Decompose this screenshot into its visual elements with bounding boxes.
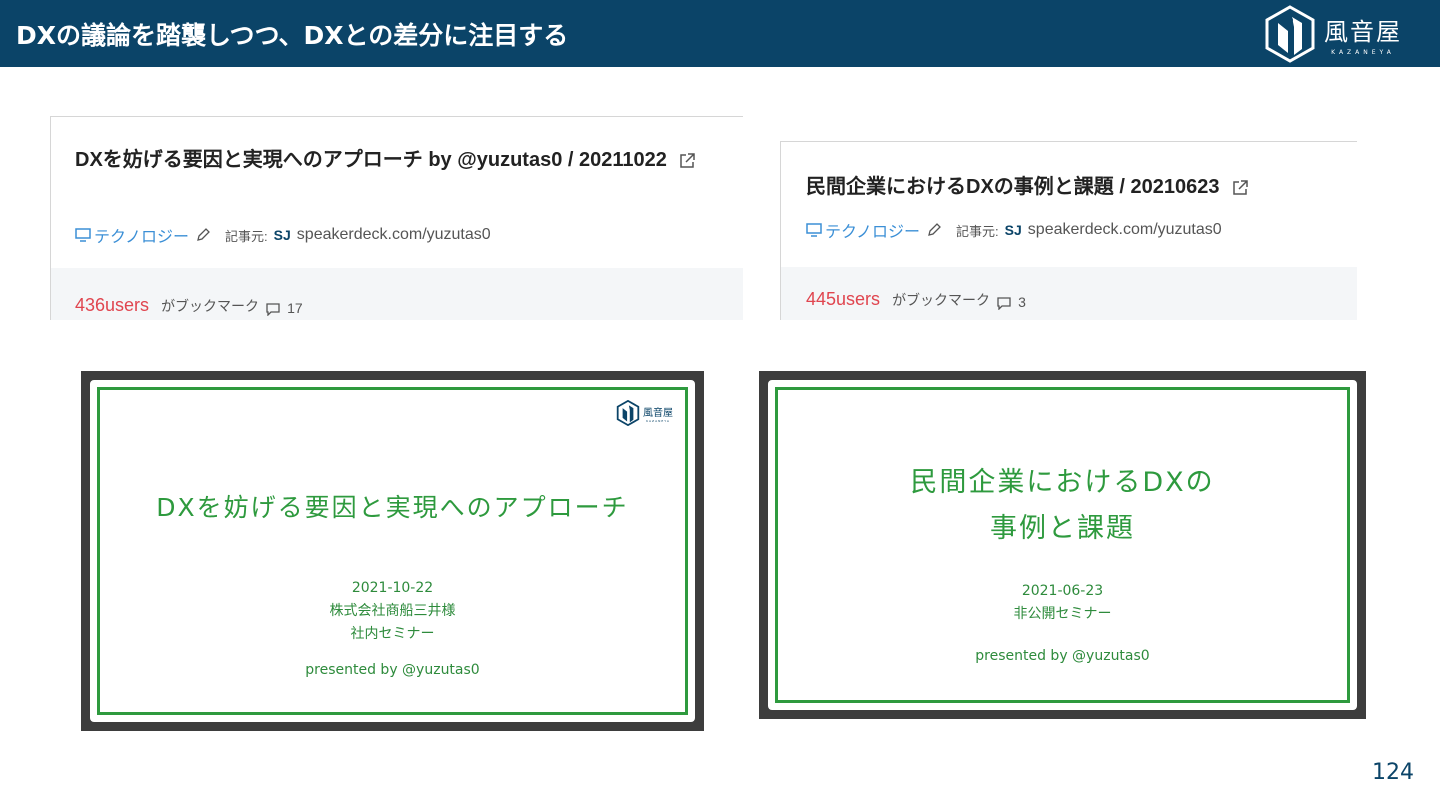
card-meta: テクノロジー 記事元: SJ speakerdeck.com/yuzutas0	[806, 218, 1222, 242]
slide-presenter: presented by @yuzutas0	[305, 662, 480, 678]
card-footer: 445users がブックマーク 3	[781, 267, 1357, 320]
slide-date: 2021-06-23	[1021, 583, 1104, 599]
slide-event: 非公開セミナー	[1013, 606, 1112, 622]
slide-logo: 風音屋 KAZANEYA	[616, 400, 673, 426]
slide-info: 2021-10-22 株式会社商船三井様 社内セミナー	[90, 577, 695, 646]
slide-info: 2021-06-23 非公開セミナー	[768, 580, 1357, 626]
slide-header: DXの議論を踏襲しつつ、DXとの差分に注目する 風音屋 KAZANEYA	[0, 0, 1440, 67]
external-link-icon[interactable]	[678, 152, 696, 170]
comment-icon	[266, 303, 280, 316]
users-count[interactable]: 445users	[806, 289, 880, 310]
category-link[interactable]: テクノロジー	[806, 218, 920, 242]
card-title-text[interactable]: 民間企業におけるDXの事例と課題 / 20210623	[806, 176, 1219, 198]
pencil-icon[interactable]	[926, 222, 942, 238]
source-label: 記事元:	[956, 223, 999, 239]
category-label[interactable]: テクノロジー	[825, 218, 920, 242]
users-count[interactable]: 436users	[75, 295, 149, 316]
comment-count: 3	[1018, 294, 1026, 310]
slide-title-line: 民間企業におけるDXの	[910, 467, 1215, 498]
kazaneya-logo-icon	[616, 400, 640, 426]
bookmark-label: がブックマーク	[161, 298, 260, 314]
monitor-icon	[806, 223, 822, 237]
comment-count: 17	[287, 300, 303, 316]
comment-icon	[997, 297, 1011, 310]
slide-thumbnail: 風音屋 KAZANEYA DXを妨げる要因と実現へのアプローチ 2021-10-…	[81, 371, 704, 731]
bookmark-card: 民間企業におけるDXの事例と課題 / 20210623 テクノロジー 記事元: …	[780, 141, 1357, 320]
slide-title-line: 事例と課題	[990, 513, 1135, 544]
external-link-icon[interactable]	[1231, 179, 1249, 197]
source-label: 記事元:	[225, 228, 268, 244]
speakerdeck-logo: SJ	[1004, 222, 1022, 238]
slide-title: DXを妨げる要因と実現へのアプローチ	[156, 493, 629, 522]
card-meta: テクノロジー 記事元: SJ speakerdeck.com/yuzutas0	[75, 223, 491, 247]
source-link[interactable]: speakerdeck.com/yuzutas0	[1028, 221, 1222, 239]
category-label[interactable]: テクノロジー	[94, 223, 189, 247]
slide-canvas: 民間企業におけるDXの 事例と課題 2021-06-23 非公開セミナー pre…	[768, 380, 1357, 710]
bookmark-label: がブックマーク	[892, 292, 991, 308]
slide-date: 2021-10-22	[351, 580, 434, 596]
category-link[interactable]: テクノロジー	[75, 223, 189, 247]
logo-name: 風音屋	[1324, 18, 1402, 46]
speakerdeck-logo: SJ	[273, 227, 291, 243]
slide-logo-subtitle: KAZANEYA	[646, 418, 670, 423]
bookmark-card: DXを妨げる要因と実現へのアプローチ by @yuzutas0 / 202110…	[50, 116, 743, 320]
slide-event: 社内セミナー	[350, 626, 435, 642]
pencil-icon[interactable]	[195, 227, 211, 243]
kazaneya-logo-icon	[1265, 5, 1315, 63]
card-title[interactable]: DXを妨げる要因と実現へのアプローチ by @yuzutas0 / 202110…	[75, 143, 739, 177]
slide-presenter: presented by @yuzutas0	[975, 648, 1150, 664]
logo-subtitle: KAZANEYA	[1331, 49, 1395, 56]
kazaneya-logo: 風音屋 KAZANEYA	[1264, 4, 1402, 64]
slide-logo-name: 風音屋	[643, 407, 673, 419]
page-title: DXの議論を踏襲しつつ、DXとの差分に注目する	[16, 21, 569, 50]
slide-thumbnail: 民間企業におけるDXの 事例と課題 2021-06-23 非公開セミナー pre…	[759, 371, 1366, 719]
card-footer: 436users がブックマーク 17	[51, 268, 743, 320]
slide-client: 株式会社商船三井様	[329, 603, 456, 619]
monitor-icon	[75, 228, 91, 242]
slide-title: 民間企業におけるDXの 事例と課題	[768, 460, 1357, 552]
card-title[interactable]: 民間企業におけるDXの事例と課題 / 20210623	[806, 170, 1354, 204]
source-link[interactable]: speakerdeck.com/yuzutas0	[297, 226, 491, 244]
slide-canvas: 風音屋 KAZANEYA DXを妨げる要因と実現へのアプローチ 2021-10-…	[90, 380, 695, 722]
card-title-text[interactable]: DXを妨げる要因と実現へのアプローチ by @yuzutas0 / 202110…	[75, 149, 667, 171]
page-number: 124	[1372, 760, 1414, 785]
